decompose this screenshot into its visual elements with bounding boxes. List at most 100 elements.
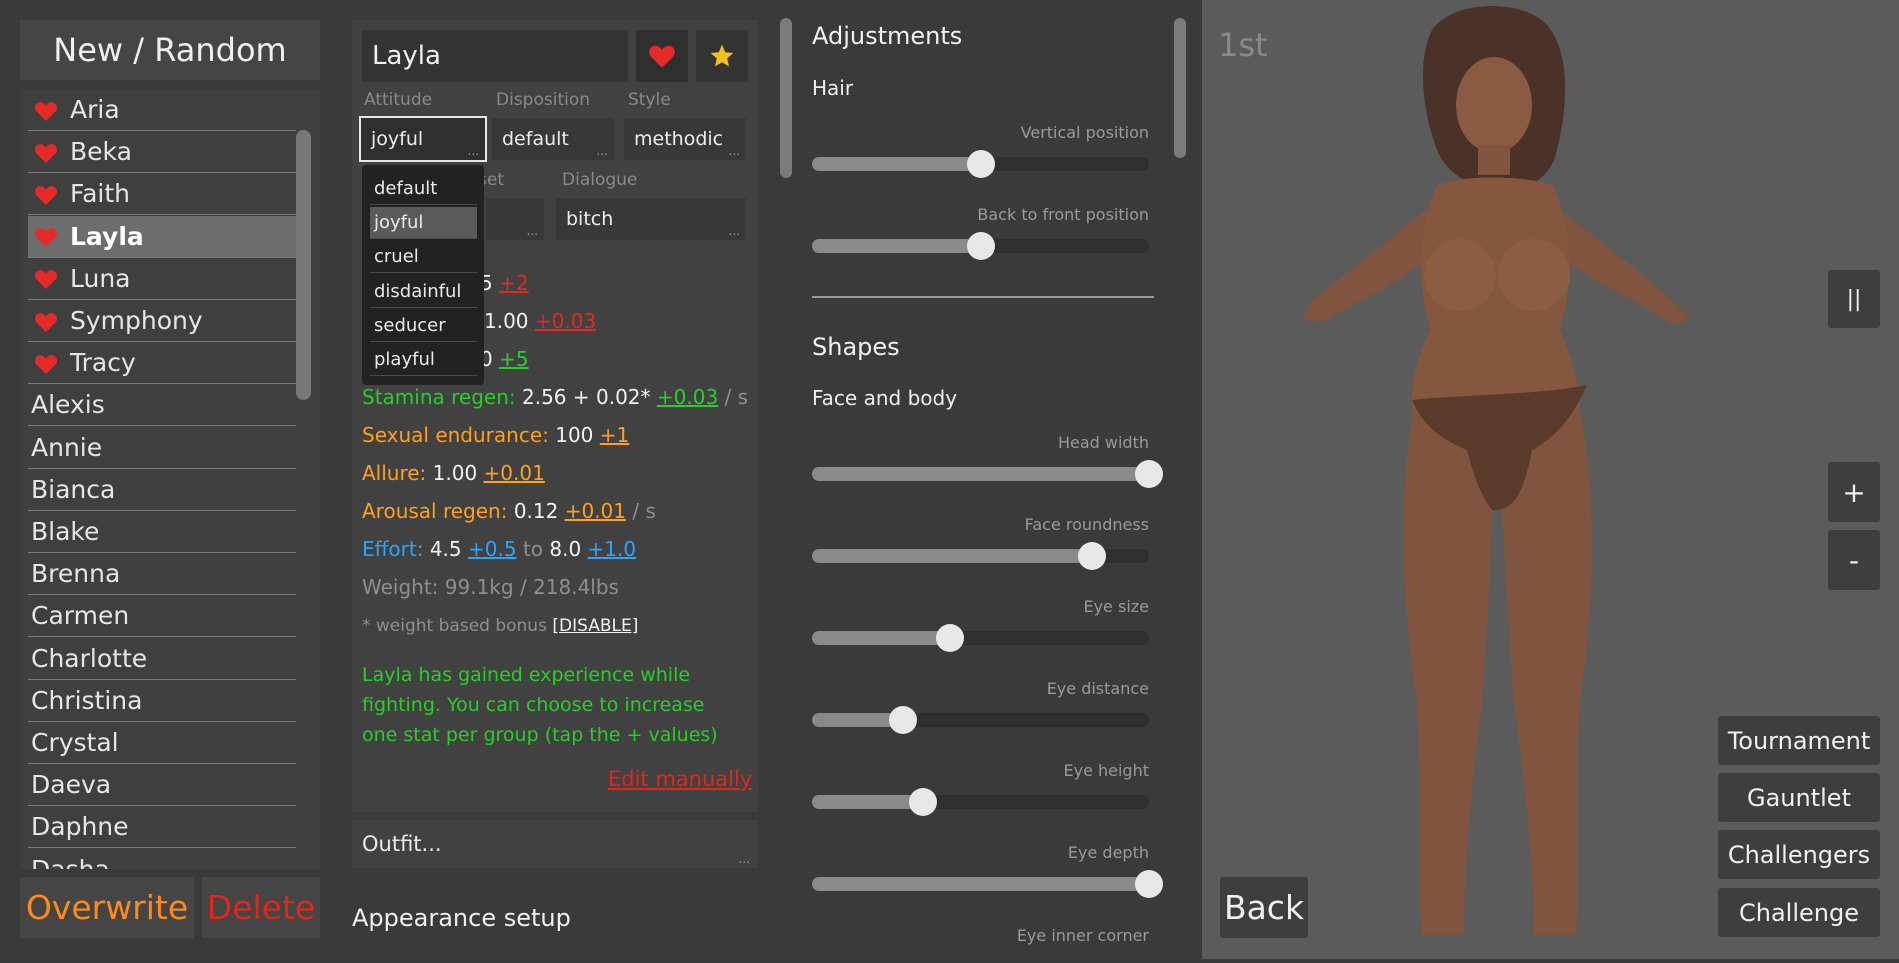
slider-label: Eye size: [1083, 597, 1149, 616]
roster-item-label: Layla: [70, 221, 144, 251]
slider-track[interactable]: [812, 542, 1149, 570]
style-value: methodic: [634, 128, 724, 150]
allure-value: 1.00: [432, 461, 478, 485]
roster-item-label: Crystal: [31, 728, 119, 757]
slider-knob[interactable]: [966, 232, 995, 260]
slider-knob[interactable]: [888, 706, 917, 734]
stat-row-1-bonus[interactable]: +2: [499, 271, 528, 295]
outfit-ellipsis: ...: [738, 852, 750, 866]
slider-knob[interactable]: [1135, 460, 1163, 488]
roster-item[interactable]: Tracy: [28, 342, 296, 385]
slider-knob[interactable]: [1135, 870, 1163, 898]
attitude-option[interactable]: joyful: [370, 207, 477, 240]
preset-select[interactable]: ...: [486, 198, 544, 240]
roster-item-label: Daeva: [31, 770, 112, 800]
hair-section-title: Hair: [812, 76, 854, 100]
slider-track[interactable]: [812, 460, 1163, 488]
roster-item[interactable]: Bianca: [28, 469, 296, 511]
slider-track[interactable]: [812, 870, 1163, 898]
stamina-regen-unit: / s: [724, 385, 749, 409]
stamina-regen-bonus[interactable]: +0.03: [657, 385, 718, 409]
roster-item[interactable]: Carmen: [28, 595, 296, 638]
disposition-ellipsis: ...: [596, 144, 608, 158]
attitude-option[interactable]: cruel: [370, 241, 477, 274]
slider-track[interactable]: [812, 624, 1149, 652]
effort-max-bonus[interactable]: +1.0: [588, 537, 637, 561]
tournament-button[interactable]: Tournament: [1718, 716, 1880, 765]
roster-item[interactable]: Christina: [28, 680, 296, 722]
slider-knob[interactable]: [1077, 542, 1106, 570]
outfit-select[interactable]: Outfit... ...: [352, 820, 758, 868]
roster-item-label: Beka: [70, 137, 132, 167]
star-icon: [710, 44, 734, 67]
appearance-setup-heading: Appearance setup: [352, 904, 571, 932]
roster-item[interactable]: Brenna: [28, 553, 296, 596]
zoom-in-button[interactable]: +: [1828, 462, 1880, 522]
attitude-option[interactable]: disdainful: [370, 276, 477, 308]
center-scrollbar[interactable]: [780, 18, 792, 178]
roster-item[interactable]: Symphony: [28, 300, 296, 342]
attitude-select[interactable]: joyful ...: [359, 116, 487, 162]
stat-row-2-bonus[interactable]: +0.03: [535, 309, 596, 333]
slider-track[interactable]: [812, 706, 1149, 734]
slider-label: Face roundness: [1024, 515, 1149, 534]
overwrite-button[interactable]: Overwrite: [20, 877, 194, 938]
roster-item-label: Charlotte: [31, 643, 148, 673]
roster-item[interactable]: Crystal: [28, 722, 296, 764]
delete-button[interactable]: Delete: [202, 877, 320, 938]
star-button[interactable]: [696, 30, 748, 82]
roster-item[interactable]: Charlotte: [28, 638, 296, 680]
roster-item-label: Alexis: [31, 390, 105, 420]
new-random-button[interactable]: New / Random: [20, 20, 320, 80]
dialogue-select[interactable]: bitch ...: [556, 198, 746, 240]
challengers-button[interactable]: Challengers: [1718, 830, 1880, 879]
effort-min: 4.5: [429, 537, 462, 561]
sexual-endurance-bonus[interactable]: +1: [600, 423, 629, 447]
disposition-select[interactable]: default ...: [492, 118, 614, 160]
sexual-endurance-value: 100: [555, 423, 594, 447]
challenge-button[interactable]: Challenge: [1718, 888, 1880, 937]
attitude-option[interactable]: playful: [370, 344, 477, 376]
slider-track[interactable]: [812, 150, 1149, 178]
section-divider: [812, 296, 1154, 298]
roster-item[interactable]: Blake: [28, 511, 296, 553]
roster-item[interactable]: Beka: [28, 131, 296, 174]
style-select[interactable]: methodic ...: [624, 118, 746, 160]
effort-stat: Effort: 4.5 +0.5 to 8.0 +1.0: [362, 537, 636, 561]
roster-scrollbar[interactable]: [296, 130, 311, 400]
adjustments-scrollbar[interactable]: [1174, 18, 1186, 158]
heart-icon: [34, 99, 58, 121]
slider-track[interactable]: [812, 788, 1149, 816]
roster-item[interactable]: Layla: [28, 215, 296, 258]
zoom-out-button[interactable]: -: [1828, 530, 1880, 590]
back-button[interactable]: Back: [1220, 877, 1308, 938]
roster-item[interactable]: Alexis: [28, 384, 296, 427]
stat-row-3-bonus[interactable]: +5: [499, 347, 528, 371]
roster-item[interactable]: Daphne: [28, 806, 296, 849]
slider-label-eye-inner-corner: Eye inner corner: [812, 926, 1149, 959]
edit-manually-link[interactable]: Edit manually: [608, 767, 752, 791]
roster-item[interactable]: Daeva: [28, 764, 296, 807]
roster-item[interactable]: Dasha: [28, 849, 296, 869]
attitude-option[interactable]: seducer: [370, 310, 477, 342]
slider-knob[interactable]: [966, 150, 995, 178]
slider-knob[interactable]: [936, 624, 965, 652]
roster-item[interactable]: Faith: [28, 173, 296, 216]
character-name-input[interactable]: Layla: [362, 30, 628, 82]
arousal-regen-bonus[interactable]: +0.01: [565, 499, 626, 523]
attitude-option[interactable]: default: [370, 173, 477, 205]
gauntlet-button[interactable]: Gauntlet: [1718, 773, 1880, 822]
dialogue-value: bitch: [566, 208, 614, 230]
allure-bonus[interactable]: +0.01: [484, 461, 545, 485]
attitude-ellipsis: ...: [467, 144, 479, 158]
roster-item[interactable]: Annie: [28, 427, 296, 469]
weight-bonus-disable-toggle[interactable]: [DISABLE]: [552, 616, 638, 636]
effort-min-bonus[interactable]: +0.5: [468, 537, 517, 561]
pause-button[interactable]: ||: [1828, 270, 1880, 328]
roster-item[interactable]: Luna: [28, 258, 296, 300]
slider-knob[interactable]: [909, 788, 938, 816]
stat-row-2-value: 1.00: [484, 309, 529, 333]
slider-track[interactable]: [812, 232, 1149, 260]
favorite-button[interactable]: [636, 30, 688, 82]
roster-item[interactable]: Aria: [28, 89, 296, 131]
